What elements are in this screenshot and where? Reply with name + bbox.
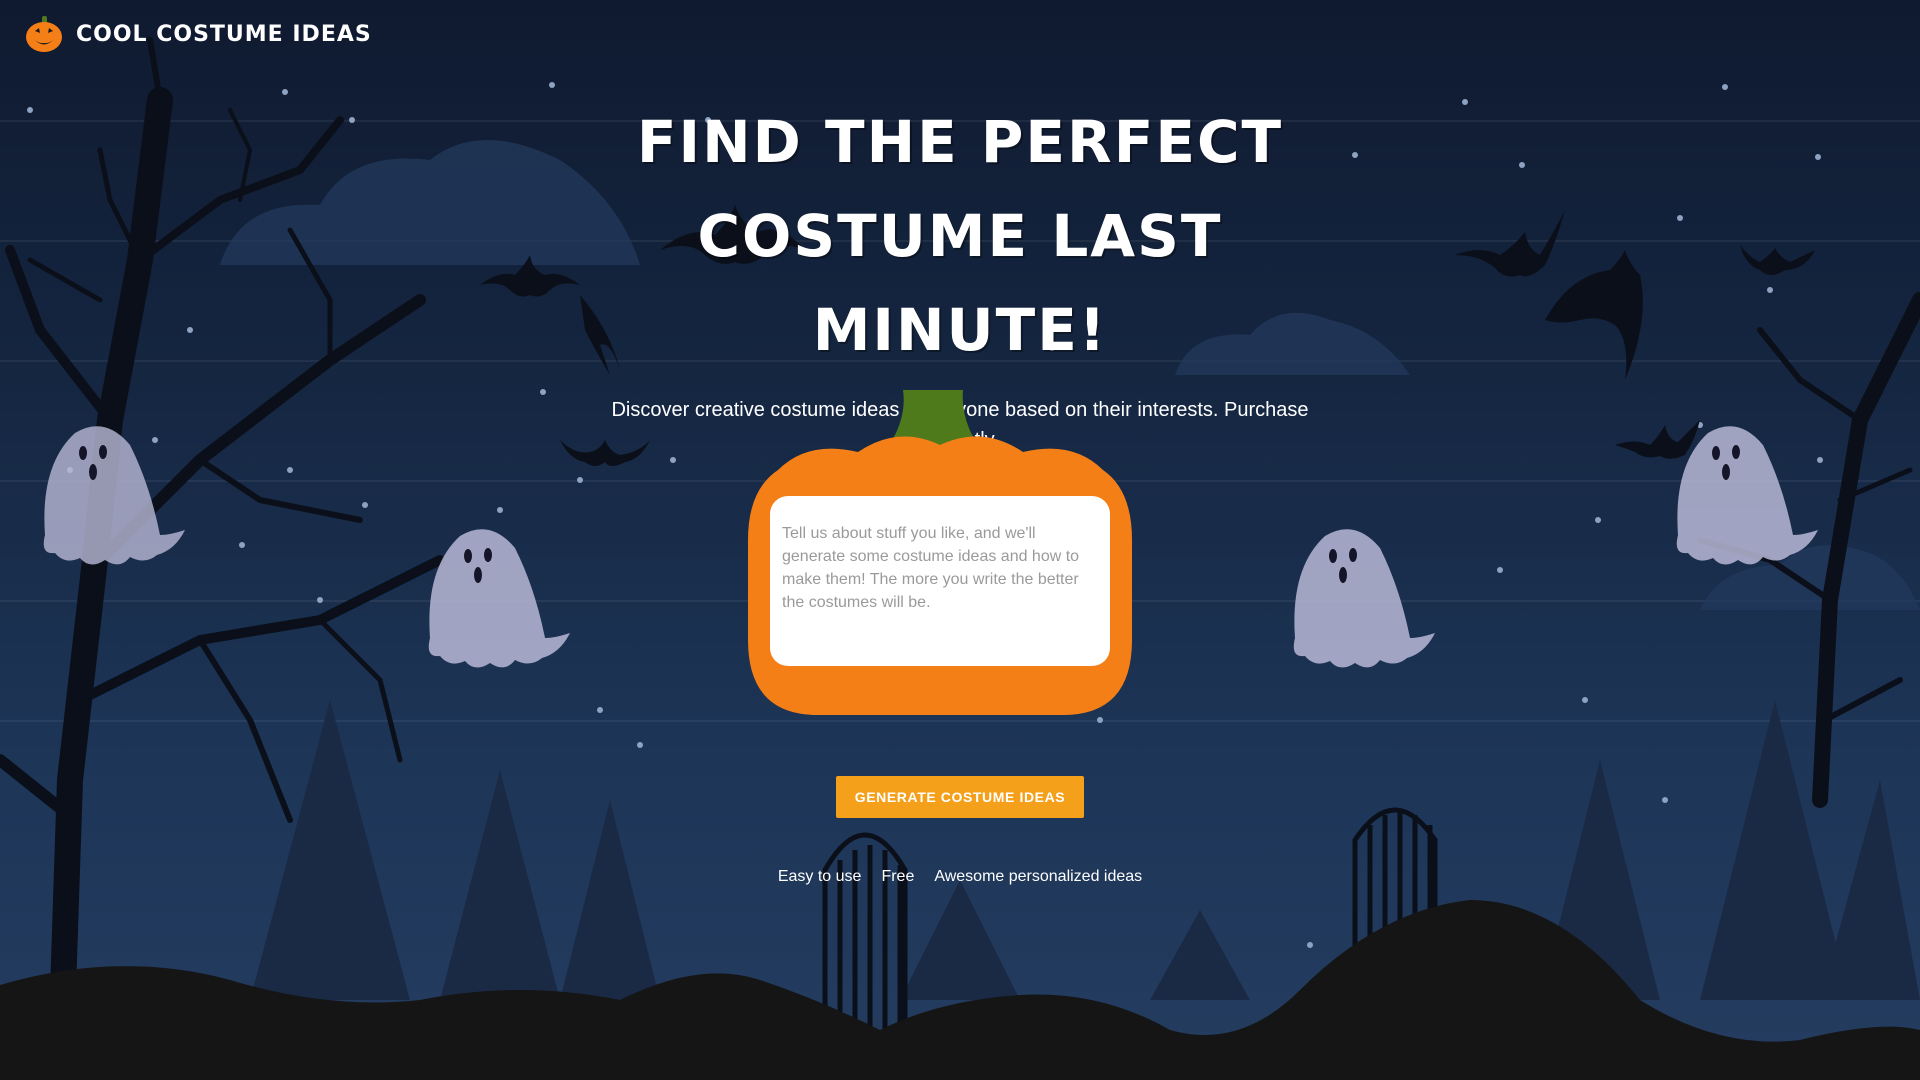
feature-free: Free — [881, 868, 915, 885]
page-title-line-1: Find the Perfect — [636, 108, 1284, 176]
pine-trees — [250, 700, 1920, 1000]
page-title-line-2: Costume Last Minute! — [697, 202, 1223, 364]
feature-personalized: Awesome personalized ideas — [934, 868, 1143, 885]
logo-text[interactable]: Cool Costume Ideas — [76, 22, 372, 47]
generate-costume-ideas-button[interactable]: GENERATE COSTUME IDEAS — [836, 776, 1084, 818]
features-list: Easy to use Free Awesome personalized id… — [0, 868, 1920, 886]
interests-input[interactable] — [770, 496, 1110, 666]
site-header: Cool Costume Ideas — [24, 14, 372, 54]
feature-easy: Easy to use — [777, 868, 862, 885]
jack-o-lantern-icon[interactable] — [24, 14, 64, 54]
